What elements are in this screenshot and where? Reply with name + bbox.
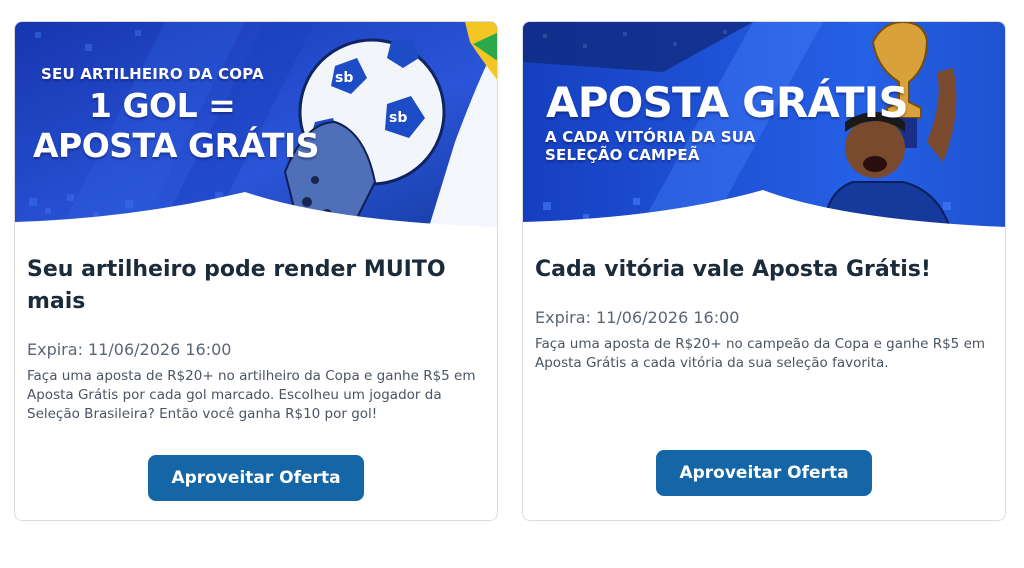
banner-headline-line1: 1 GOL = (89, 86, 236, 125)
offer-description: Faça uma aposta de R$20+ no campeão da C… (535, 336, 986, 371)
offer-banner-image: APOSTA GRÁTIS A CADA VITÓRIA DA SUA SELE… (523, 22, 1005, 240)
claim-offer-button[interactable]: Aproveitar Oferta (656, 450, 872, 496)
offer-card-artilheiro: sb sb SEU ARTILHEIRO DA COPA 1 GOL = APO… (14, 21, 498, 521)
claim-offer-button[interactable]: Aproveitar Oferta (148, 455, 364, 501)
offer-banner-image: sb sb SEU ARTILHEIRO DA COPA 1 GOL = APO… (15, 22, 497, 240)
banner-headline: APOSTA GRÁTIS (546, 78, 909, 127)
offer-title: Seu artilheiro pode render MUITO mais (27, 257, 446, 314)
banner-subtitle-line1: A CADA VITÓRIA DA SUA (545, 128, 756, 146)
ball-logo: sb (335, 70, 353, 86)
ball-logo: sb (389, 110, 407, 126)
banner-kicker: SEU ARTILHEIRO DA COPA (41, 65, 264, 83)
offer-title: Cada vitória vale Aposta Grátis! (535, 257, 931, 282)
offer-expiry: Expira: 11/06/2026 16:00 (535, 308, 740, 327)
banner-subtitle-line2: SELEÇÃO CAMPEÃ (545, 146, 700, 164)
offer-description: Faça uma aposta de R$20+ no artilheiro d… (27, 368, 476, 422)
banner-headline-line2: APOSTA GRÁTIS (33, 126, 320, 165)
offer-card-vitoria: APOSTA GRÁTIS A CADA VITÓRIA DA SUA SELE… (522, 21, 1006, 521)
offer-content: Cada vitória vale Aposta Grátis! Expira:… (535, 254, 993, 373)
offer-content: Seu artilheiro pode render MUITO mais Ex… (27, 254, 485, 424)
offer-expiry: Expira: 11/06/2026 16:00 (27, 340, 232, 359)
